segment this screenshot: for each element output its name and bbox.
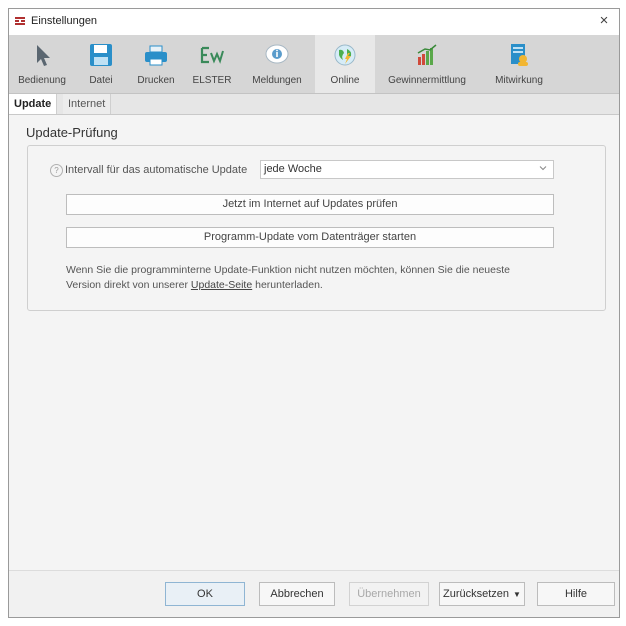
interval-select[interactable]: jede Woche: [260, 160, 554, 179]
dialog-footer: OK Abbrechen Übernehmen Zurücksetzen ▼ Hi…: [9, 570, 619, 617]
elster-logo-icon: [200, 46, 224, 64]
reset-button-label: Zurücksetzen: [443, 588, 510, 600]
subtab-bar: Update Internet: [9, 94, 619, 115]
cancel-button[interactable]: Abbrechen: [259, 582, 335, 606]
update-panel: Update-Prüfung ? Intervall für das autom…: [9, 115, 619, 571]
tab-internet[interactable]: Internet: [63, 94, 112, 114]
toolbar-item-gewinnermittlung[interactable]: Gewinnermittlung: [375, 35, 479, 93]
toolbar-label: Drucken: [137, 75, 175, 86]
app-icon: [15, 17, 25, 25]
help-icon[interactable]: ?: [50, 164, 63, 177]
apply-button[interactable]: Übernehmen: [349, 582, 429, 606]
settings-toolbar: Bedienung Datei Drucken ELSTER Meldungen…: [9, 35, 619, 94]
close-button[interactable]: ×: [595, 12, 613, 30]
info-line-1: Wenn Sie die programminterne Update-Funk…: [66, 264, 510, 276]
toolbar-label: Mitwirkung: [495, 75, 543, 86]
tab-update[interactable]: Update: [9, 94, 58, 114]
info-line-2-before: Version direkt von unserer: [66, 279, 191, 291]
toolbar-item-mitwirkung[interactable]: Mitwirkung: [479, 35, 559, 93]
section-title: Update-Prüfung: [26, 125, 118, 140]
printer-icon: [145, 45, 167, 66]
toolbar-label: Datei: [89, 75, 113, 86]
toolbar-item-elster[interactable]: ELSTER: [185, 35, 239, 93]
title-bar: Einstellungen ×: [9, 9, 619, 36]
interval-label: Intervall für das automatische Update: [65, 164, 248, 176]
info-bubble-icon: [265, 44, 289, 64]
toolbar-label: Bedienung: [18, 75, 66, 86]
toolbar-label: Gewinnermittlung: [388, 75, 466, 86]
document-person-icon: [511, 44, 528, 66]
ok-button[interactable]: OK: [165, 582, 245, 606]
floppy-disk-icon: [90, 44, 112, 66]
toolbar-label: ELSTER: [192, 75, 232, 86]
bar-chart-icon: [417, 44, 437, 65]
dropdown-arrow-icon: ▼: [513, 590, 521, 599]
chevron-down-icon: [539, 166, 547, 171]
reset-button[interactable]: Zurücksetzen ▼: [439, 582, 525, 606]
globe-icon: [334, 44, 356, 66]
toolbar-item-drucken[interactable]: Drucken: [127, 35, 185, 93]
cursor-arrow-icon: [37, 45, 50, 66]
interval-select-value: jede Woche: [264, 163, 322, 175]
settings-window: Einstellungen × Bedienung Datei Drucken: [8, 8, 620, 618]
media-update-button[interactable]: Programm-Update vom Datenträger starten: [66, 227, 554, 248]
toolbar-item-datei[interactable]: Datei: [75, 35, 127, 93]
toolbar-label: Online: [330, 75, 360, 86]
toolbar-item-online[interactable]: Online: [315, 35, 375, 93]
window-title: Einstellungen: [31, 15, 98, 27]
update-page-link[interactable]: Update-Seite: [191, 279, 252, 291]
update-group: ? Intervall für das automatische Update …: [27, 145, 606, 311]
update-info-text: Wenn Sie die programminterne Update-Funk…: [66, 263, 566, 293]
info-line-2: Version direkt von unserer Update-Seite …: [66, 278, 566, 293]
check-updates-button[interactable]: Jetzt im Internet auf Updates prüfen: [66, 194, 554, 215]
info-line-2-after: herunterladen.: [252, 279, 323, 291]
toolbar-item-bedienung[interactable]: Bedienung: [9, 35, 75, 93]
toolbar-item-meldungen[interactable]: Meldungen: [239, 35, 315, 93]
toolbar-label: Meldungen: [252, 75, 302, 86]
help-button[interactable]: Hilfe: [537, 582, 615, 606]
